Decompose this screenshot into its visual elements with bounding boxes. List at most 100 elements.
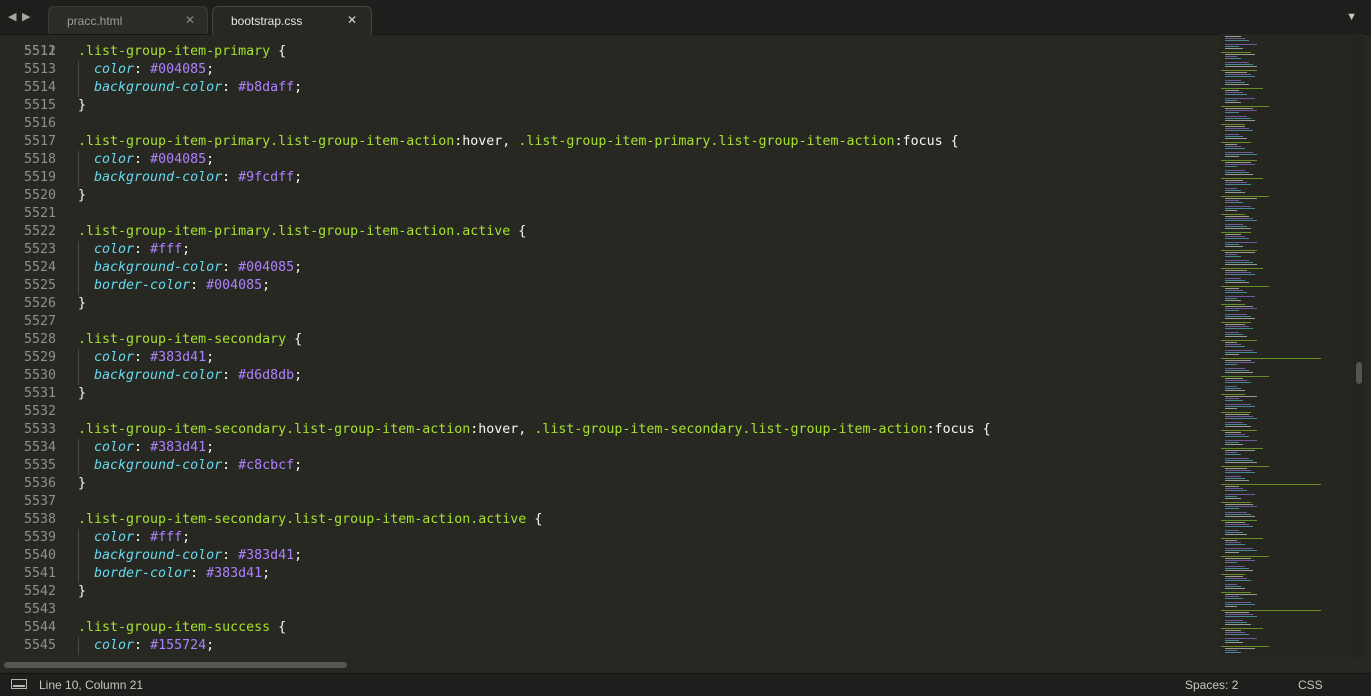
code-text: color: #383d41;: [78, 349, 214, 367]
line-number: 5532: [23, 404, 56, 419]
code-line: 5525 border-color: #004085;: [0, 277, 1210, 295]
minimap-line: [1221, 556, 1269, 557]
code-line: 5521: [0, 205, 1210, 223]
minimap-line: [1225, 478, 1245, 479]
horizontal-scrollbar[interactable]: [0, 658, 1354, 672]
line-number: 5517: [23, 134, 56, 149]
code-line: 5545 color: #155724;: [0, 637, 1210, 655]
minimap-line: [1225, 92, 1243, 93]
minimap-line: [1221, 142, 1251, 143]
syntax-selector[interactable]: CSS: [1298, 678, 1323, 692]
minimap-line: [1225, 118, 1251, 119]
indent-guide: [78, 565, 79, 583]
code-token: ;: [262, 278, 271, 293]
minimap-line: [1225, 442, 1239, 443]
code-token: .list-group-item-secondary.list-group-it…: [78, 422, 471, 437]
minimap-line: [1225, 472, 1255, 473]
minimap-line: [1225, 548, 1253, 549]
minimap-line: [1225, 56, 1237, 57]
code-token: }: [78, 584, 87, 599]
minimap-line: [1225, 180, 1243, 181]
minimap-line: [1225, 496, 1237, 497]
indentation-setting[interactable]: Spaces: 2: [1185, 678, 1238, 692]
code-token: ;: [294, 170, 303, 185]
panel-toggle-icon[interactable]: [11, 679, 27, 689]
minimap-line: [1225, 100, 1237, 101]
code-token: :: [222, 458, 239, 473]
minimap-line: [1225, 526, 1253, 527]
minimap-line: [1225, 174, 1253, 175]
vertical-scrollbar-thumb[interactable]: [1356, 362, 1362, 384]
minimap-line: [1225, 570, 1253, 571]
minimap-line: [1225, 84, 1249, 85]
close-icon[interactable]: ✕: [347, 13, 357, 27]
line-number: 5523: [23, 242, 56, 257]
minimap-line: [1225, 108, 1253, 109]
minimap-line: [1225, 534, 1247, 535]
tab-bootstrap-css[interactable]: bootstrap.css ✕: [212, 6, 372, 35]
indent-guide: [78, 277, 79, 295]
minimap-line: [1225, 120, 1255, 121]
code-token: background-color: [94, 80, 223, 95]
minimap-line: [1225, 98, 1255, 99]
code-text: color: #155724;: [78, 637, 214, 655]
code-line: 5518 color: #004085;: [0, 151, 1210, 169]
minimap-line: [1225, 252, 1255, 253]
minimap-line: [1225, 76, 1255, 77]
minimap-line: [1225, 378, 1243, 379]
code-token: color: [94, 638, 135, 653]
code-token: #004085: [206, 278, 263, 293]
indent-guide: [78, 151, 79, 169]
horizontal-scrollbar-thumb[interactable]: [4, 662, 347, 668]
code-line: 5523 color: #fff;: [0, 241, 1210, 259]
code-line: 5522 .list-group-item-primary.list-group-…: [0, 223, 1210, 241]
tab-pracc-html[interactable]: pracc.html ✕: [48, 6, 208, 34]
minimap-line: [1221, 214, 1245, 215]
minimap-line: [1225, 422, 1243, 423]
minimap-line: [1225, 296, 1255, 297]
line-number: 5537: [23, 494, 56, 509]
minimap-line: [1225, 436, 1249, 437]
minimap-line: [1225, 278, 1241, 279]
code-line: 5531}: [0, 385, 1210, 403]
vertical-scrollbar[interactable]: [1354, 34, 1364, 658]
minimap-line: [1225, 316, 1251, 317]
minimap-line: [1225, 450, 1255, 451]
chevron-down-icon[interactable]: ▼: [1346, 11, 1357, 23]
minimap-line: [1225, 642, 1243, 643]
minimap-line: [1225, 370, 1249, 371]
minimap-line: [1225, 486, 1239, 487]
minimap-line: [1225, 398, 1239, 399]
left-arrow-icon[interactable]: ◀: [8, 10, 18, 24]
code-token: ;: [294, 458, 303, 473]
close-icon[interactable]: ✕: [185, 13, 195, 27]
minimap-line: [1225, 390, 1245, 391]
minimap-line: [1225, 80, 1241, 81]
code-token: .list-group-item-primary.list-group-item…: [78, 134, 455, 149]
minimap-line: [1225, 616, 1257, 617]
minimap-line: [1221, 70, 1257, 71]
line-number: 5536: [23, 476, 56, 491]
code-token: :: [134, 152, 151, 167]
minimap-line: [1225, 36, 1241, 37]
minimap-line: [1221, 124, 1245, 125]
minimap-line: [1225, 246, 1243, 247]
code-text: color: #004085;: [78, 61, 214, 79]
minimap-line: [1225, 498, 1241, 499]
minimap-line: [1225, 516, 1255, 517]
tab-label: pracc.html: [67, 14, 123, 28]
code-token: :hover,: [454, 134, 519, 149]
minimap-line: [1225, 602, 1251, 603]
code-editor[interactable]: 5511 5512 .list-group-item-primary {5513 …: [0, 34, 1220, 658]
code-token: ;: [206, 152, 215, 167]
minimap-line: [1225, 38, 1245, 39]
line-number: 5516: [23, 116, 56, 131]
code-text: .list-group-item-primary.list-group-item…: [78, 133, 959, 151]
code-text: }: [78, 295, 86, 313]
code-token: ;: [262, 566, 271, 581]
right-arrow-icon[interactable]: ▶: [22, 10, 32, 24]
minimap[interactable]: [1219, 34, 1354, 658]
code-token: ;: [294, 260, 303, 275]
